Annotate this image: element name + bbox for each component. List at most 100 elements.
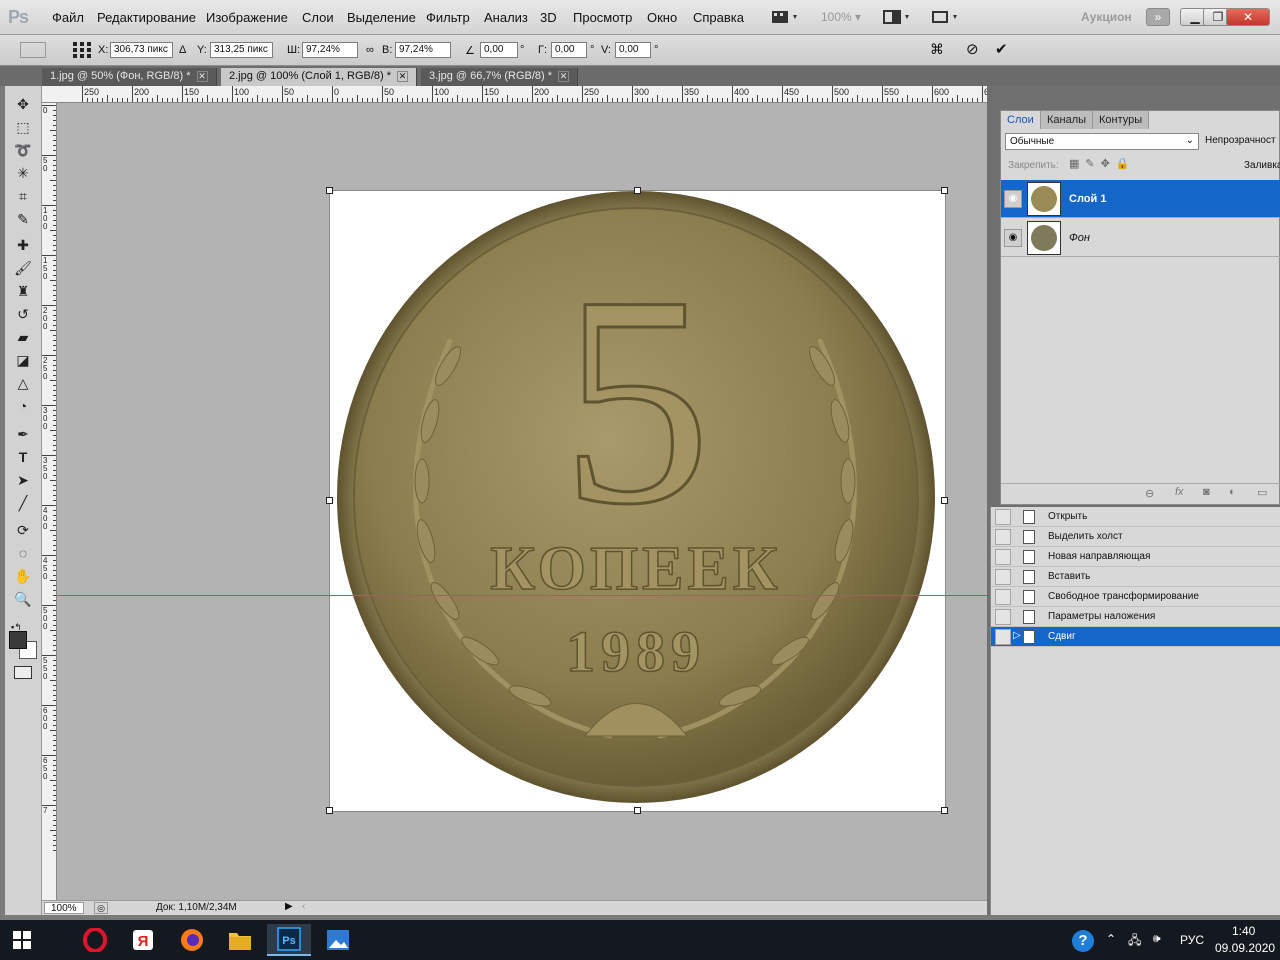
new-group-icon[interactable]: ▭ <box>1257 486 1267 499</box>
layer-row-fon[interactable]: ◉ Фон <box>1001 219 1280 257</box>
start-button[interactable] <box>0 924 44 956</box>
width-field[interactable]: 97,24% <box>302 42 358 58</box>
menu-analysis[interactable]: Анализ <box>484 10 528 25</box>
warp-mode-icon[interactable]: ⌘ <box>930 41 944 58</box>
magic-wand-icon[interactable]: ✳ <box>11 163 35 183</box>
transform-handle[interactable] <box>634 807 641 814</box>
layer-mask-icon[interactable]: ◙ <box>1203 486 1210 498</box>
yandex-taskbar-button[interactable]: Я <box>121 924 165 956</box>
move-tool-icon[interactable]: ✥ <box>11 94 35 114</box>
healing-brush-icon[interactable]: ✚ <box>11 235 35 255</box>
lasso-tool-icon[interactable]: ➰ <box>11 140 35 160</box>
menu-image[interactable]: Изображение <box>206 10 288 25</box>
transform-handle[interactable] <box>941 807 948 814</box>
history-item-current[interactable]: ▷ Сдвиг <box>991 627 1280 647</box>
layer-name[interactable]: Фон <box>1069 232 1090 244</box>
lock-icons[interactable]: ▦✎✥🔒 <box>1069 157 1136 170</box>
transform-handle[interactable] <box>634 187 641 194</box>
history-snapshot-checkbox[interactable] <box>995 629 1011 645</box>
network-icon[interactable]: 🖧 <box>1128 931 1141 952</box>
menu-help[interactable]: Справка <box>693 10 744 25</box>
hand-tool-icon[interactable]: ✋ <box>11 566 35 586</box>
close-tab-icon[interactable]: ✕ <box>196 70 208 82</box>
transform-handle[interactable] <box>941 187 948 194</box>
close-tab-icon[interactable]: ✕ <box>397 70 409 82</box>
tab-2jpg[interactable]: 2.jpg @ 100% (Слой 1, RGB/8) * ✕ <box>221 68 418 86</box>
opera-taskbar-button[interactable] <box>73 924 117 956</box>
clock-time[interactable]: 1:40 <box>1232 924 1255 938</box>
tool-preset-icon[interactable] <box>20 42 46 58</box>
layer-name[interactable]: Слой 1 <box>1069 193 1106 205</box>
angle-field[interactable]: 0,00 <box>480 42 518 58</box>
pen-tool-icon[interactable]: ✒ <box>11 424 35 444</box>
dodge-tool-icon[interactable]: ◔ <box>11 396 35 416</box>
volume-icon[interactable]: 🕪 <box>1153 931 1161 946</box>
zoom-dropdown[interactable]: 100% ▾ <box>815 8 867 26</box>
workspace-label[interactable]: Аукцион <box>1081 10 1132 24</box>
history-snapshot-checkbox[interactable] <box>995 549 1011 565</box>
brush-tool-icon[interactable]: 🖌 <box>11 258 35 278</box>
photoshop-taskbar-button[interactable]: Ps <box>267 924 311 956</box>
history-item[interactable]: Свободное трансформирование <box>991 587 1280 607</box>
menu-filter[interactable]: Фильтр <box>426 10 470 25</box>
line-tool-icon[interactable]: ╱ <box>11 493 35 513</box>
layer-row-sloi1[interactable]: ◉ Слой 1 <box>1001 180 1280 218</box>
transform-handle[interactable] <box>326 497 333 504</box>
language-indicator[interactable]: РУС <box>1180 933 1204 947</box>
foreground-color-swatch[interactable] <box>9 631 27 649</box>
history-snapshot-checkbox[interactable] <box>995 589 1011 605</box>
close-tab-icon[interactable]: ✕ <box>558 70 570 82</box>
tab-paths[interactable]: Контуры <box>1093 111 1150 129</box>
history-snapshot-checkbox[interactable] <box>995 569 1011 585</box>
explorer-taskbar-button[interactable] <box>218 924 262 956</box>
eyedropper-icon[interactable]: ✎ <box>11 209 35 229</box>
history-brush-icon[interactable]: ↺ <box>11 304 35 324</box>
commit-transform-icon[interactable]: ✔ <box>995 40 1008 58</box>
tab-layers[interactable]: Слои <box>1001 111 1041 129</box>
document-canvas[interactable]: 5 КОПЕЕК 1989 <box>326 187 948 814</box>
link-icon[interactable]: ∞ <box>366 44 374 56</box>
crop-tool-icon[interactable]: ⌗ <box>11 186 35 206</box>
history-item[interactable]: Открыть <box>991 507 1280 527</box>
delta-icon[interactable]: Δ <box>179 44 186 56</box>
history-snapshot-checkbox[interactable] <box>995 609 1011 625</box>
type-tool-icon[interactable]: T <box>11 447 35 467</box>
history-item[interactable]: Новая направляющая <box>991 547 1280 567</box>
height-field[interactable]: 97,24% <box>395 42 451 58</box>
history-snapshot-checkbox[interactable] <box>995 529 1011 545</box>
launch-bridge-button[interactable] <box>768 8 804 26</box>
3d-orbit-icon[interactable]: ◌ <box>11 543 35 563</box>
scroll-left-icon[interactable]: ‹ <box>302 901 305 912</box>
menu-edit[interactable]: Редактирование <box>97 10 196 25</box>
menu-3d[interactable]: 3D <box>540 10 557 25</box>
transform-handle[interactable] <box>941 497 948 504</box>
arrange-documents-button[interactable] <box>880 8 916 26</box>
horizontal-skew-field[interactable]: 0,00 <box>551 42 587 58</box>
workspace-more-icon[interactable]: » <box>1146 8 1170 26</box>
menu-file[interactable]: Файл <box>52 10 84 25</box>
x-position-field[interactable]: 306,73 пикс <box>110 42 173 58</box>
marquee-tool-icon[interactable]: ⬚ <box>11 117 35 137</box>
help-icon[interactable]: ? <box>1072 930 1094 952</box>
y-position-field[interactable]: 313,25 пикс <box>210 42 273 58</box>
tab-1jpg[interactable]: 1.jpg @ 50% (Фон, RGB/8) * ✕ <box>42 68 217 86</box>
menu-select[interactable]: Выделение <box>347 10 416 25</box>
vertical-skew-field[interactable]: 0,00 <box>615 42 651 58</box>
paint-bucket-icon[interactable]: ◪ <box>11 350 35 370</box>
eraser-icon[interactable]: ▰ <box>11 327 35 347</box>
photos-taskbar-button[interactable] <box>316 924 360 956</box>
history-snapshot-checkbox[interactable] <box>995 509 1011 525</box>
firefox-taskbar-button[interactable] <box>170 924 214 956</box>
visibility-eye-icon[interactable]: ◉ <box>1004 229 1022 247</box>
zoom-tool-icon[interactable]: 🔍 <box>11 589 35 609</box>
history-item[interactable]: Параметры наложения <box>991 607 1280 627</box>
menu-window[interactable]: Окно <box>647 10 677 25</box>
path-selection-icon[interactable]: ➤ <box>11 470 35 490</box>
quick-mask-icon[interactable] <box>14 666 32 679</box>
history-item[interactable]: Выделить холст <box>991 527 1280 547</box>
history-item[interactable]: Вставить <box>991 567 1280 587</box>
menu-layers[interactable]: Слои <box>302 10 334 25</box>
canvas-area[interactable]: 5 КОПЕЕК 1989 <box>57 103 987 900</box>
tray-expand-icon[interactable]: ⌃ <box>1106 932 1116 946</box>
cancel-transform-icon[interactable]: ⊘ <box>966 40 979 58</box>
